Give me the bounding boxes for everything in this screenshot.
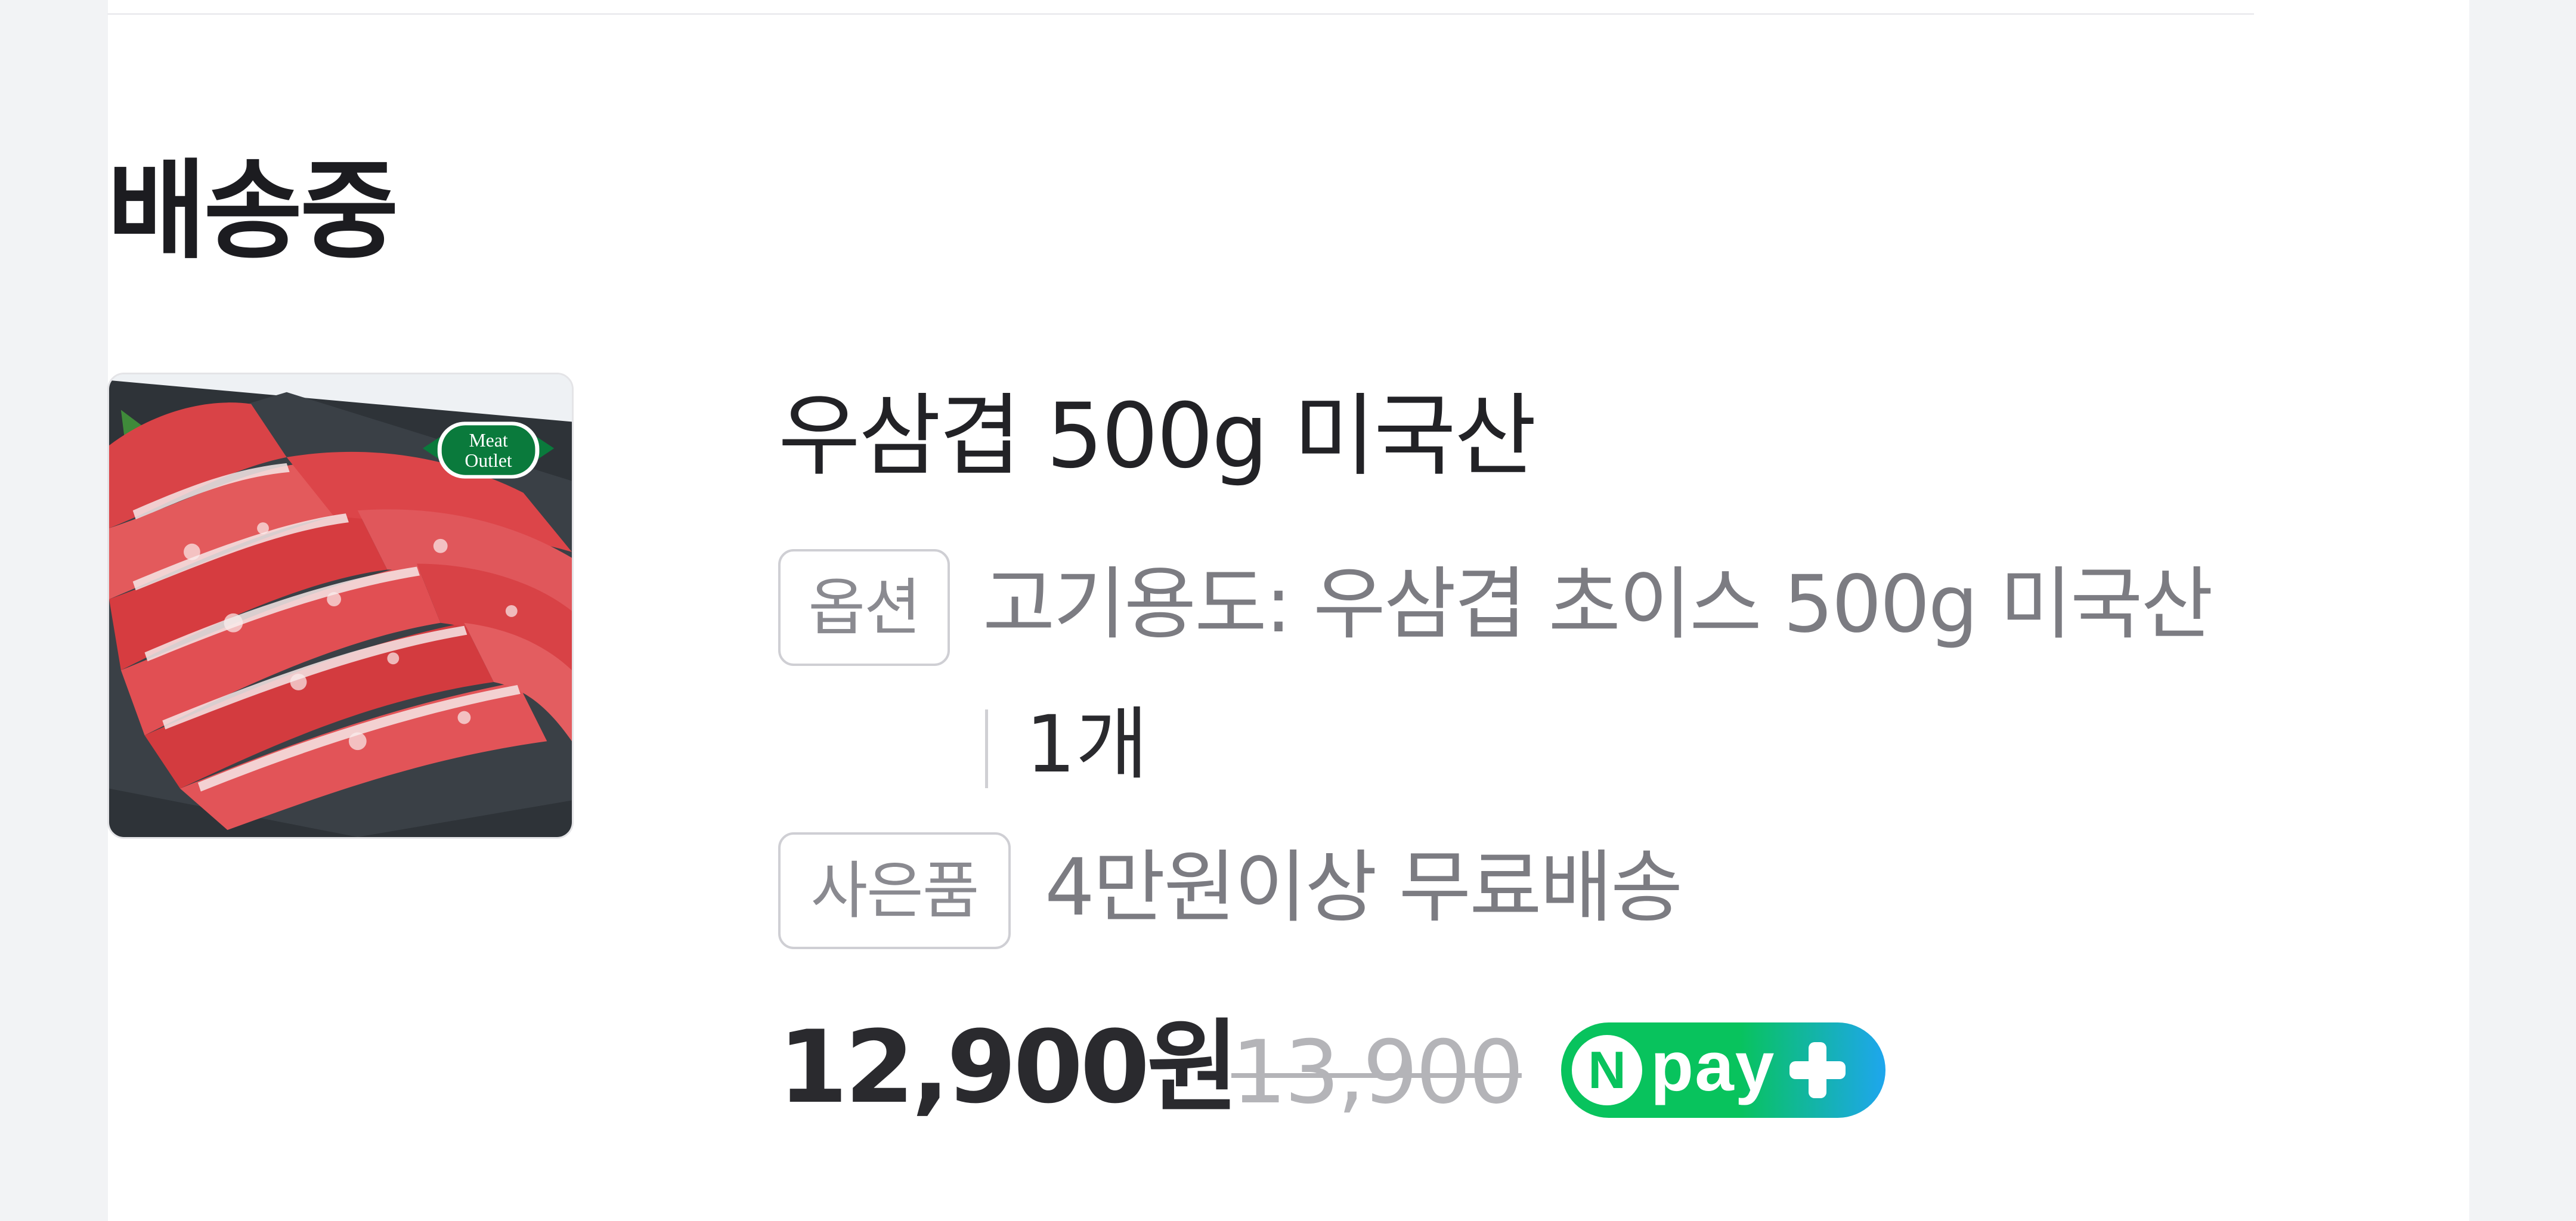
npay-n-icon: N [1572, 1035, 1642, 1105]
original-price: 13,900 [1231, 1022, 1524, 1123]
divider [107, 13, 2254, 15]
option-text: 고기용도: 우삼겹 초이스 500g 미국산 [983, 559, 2213, 650]
npay-plus-badge: N pay [1561, 1022, 1885, 1118]
npay-label: pay [1651, 1027, 1776, 1106]
delivery-status-title: 배송중 [107, 149, 399, 274]
product-name[interactable]: 우삼겹 500g 미국산 [778, 383, 1537, 490]
product-thumbnail[interactable]: Meat Outlet [107, 373, 574, 839]
quantity-text: 1개 [1026, 699, 1148, 791]
gift-tag: 사은품 [778, 832, 1011, 949]
svg-text:Meat: Meat [469, 430, 507, 451]
product-image: Meat Outlet [109, 374, 572, 837]
gift-text: 4만원이상 무료배송 [1045, 842, 1683, 934]
svg-text:Outlet: Outlet [465, 450, 512, 471]
sale-price: 12,900원 [778, 1009, 1239, 1126]
plus-icon [1786, 1039, 1849, 1102]
option-tag: 옵션 [778, 549, 950, 666]
quantity-divider [985, 709, 988, 788]
